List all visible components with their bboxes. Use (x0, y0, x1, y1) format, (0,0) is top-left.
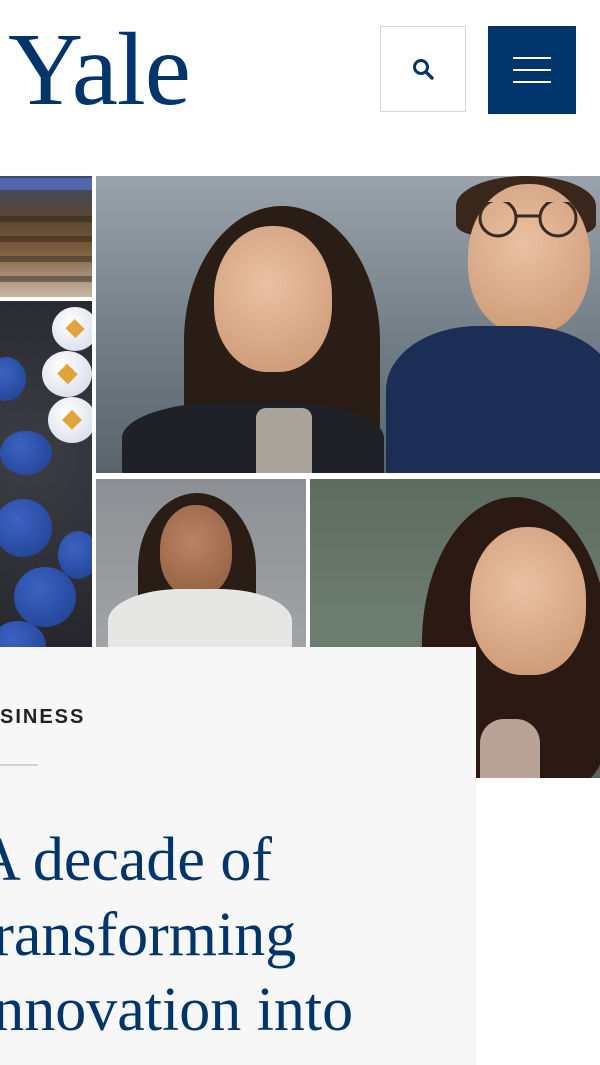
seat-row (0, 236, 92, 242)
pin-badge (0, 431, 52, 475)
hamburger-menu-icon (513, 57, 551, 59)
glasses-icon (478, 202, 578, 238)
menu-button[interactable] (488, 26, 576, 114)
article-category[interactable]: SINESS (0, 706, 85, 729)
pin-badge (0, 357, 26, 401)
article-headline[interactable]: A decade of transforming innovation into (0, 823, 456, 1048)
pin-badge (14, 567, 76, 627)
seat-row (0, 216, 92, 222)
headline-line: innovation into (0, 976, 354, 1044)
pin-badge (0, 499, 52, 557)
person-sweater (256, 408, 312, 473)
two-people-photo (96, 176, 600, 473)
pin-badge (42, 351, 92, 397)
search-icon (413, 59, 434, 80)
seat-row (0, 276, 92, 282)
hamburger-bar (513, 81, 551, 83)
person-face (160, 505, 232, 597)
divider (0, 764, 38, 766)
hamburger-bar (513, 69, 551, 71)
search-button[interactable] (380, 26, 466, 112)
site-header: Yale (0, 0, 600, 170)
yale-logo[interactable]: Yale (8, 12, 191, 128)
seat-row (0, 256, 92, 262)
headline-line: transforming (0, 901, 297, 969)
pin-badge (48, 397, 92, 443)
person-shirt (386, 326, 600, 473)
person-face (470, 527, 586, 675)
pin-badge (52, 307, 92, 351)
article-card[interactable]: SINESS A decade of transforming innovati… (0, 647, 476, 1065)
headline-line: A decade of (0, 826, 273, 894)
person-face (214, 226, 332, 372)
projection-screen (0, 178, 92, 190)
auditorium-photo (0, 176, 92, 297)
person-top (480, 719, 540, 778)
person-jacket (122, 402, 384, 473)
